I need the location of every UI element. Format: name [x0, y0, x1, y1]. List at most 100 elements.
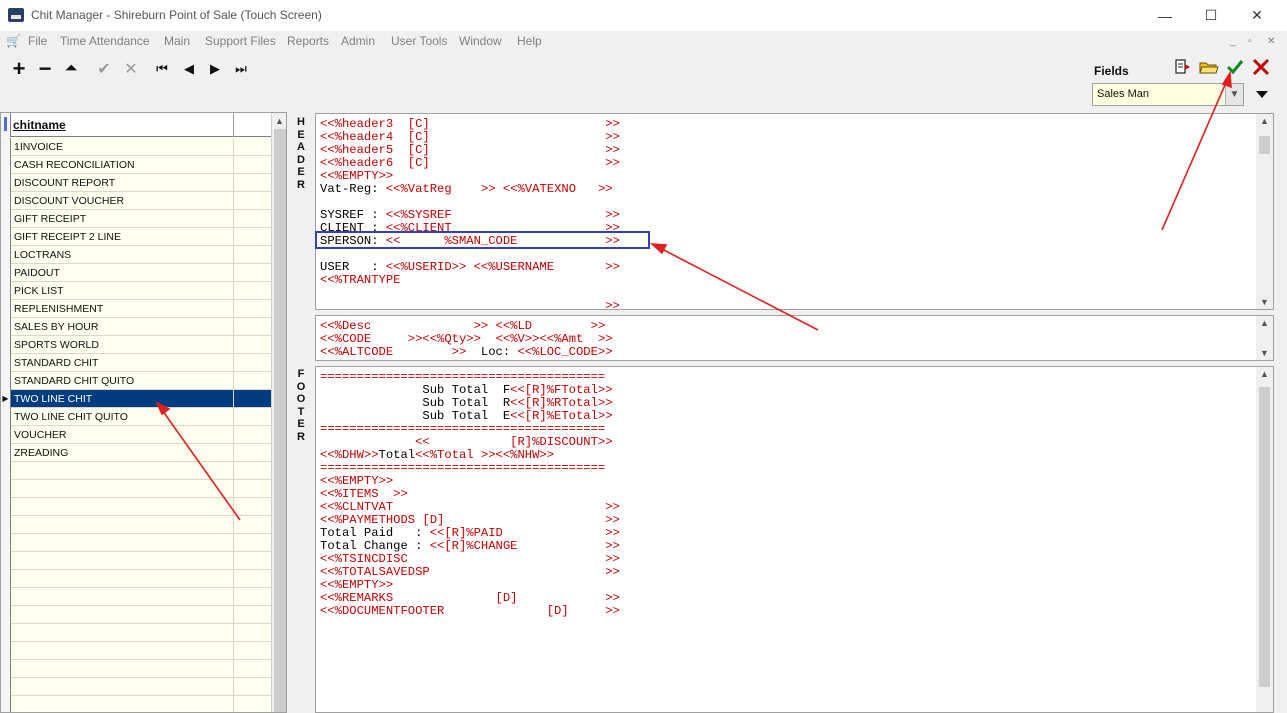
menu-help[interactable]: Help — [517, 34, 542, 48]
chit-row[interactable]: GIFT RECEIPT 2 LINE — [1, 228, 271, 246]
template-line: <<%EMPTY>> — [320, 578, 394, 592]
detail-template-text[interactable]: <<%Desc >> <<%LD >> <<%CODE >><<%Qty>> <… — [320, 320, 613, 359]
row-indicator[interactable] — [1, 138, 11, 156]
row-indicator[interactable] — [1, 228, 11, 246]
row-indicator[interactable] — [1, 318, 11, 336]
chit-row[interactable]: STANDARD CHIT QUITO — [1, 372, 271, 390]
prior-record-button[interactable]: ◀ — [178, 58, 200, 80]
row-indicator[interactable] — [1, 426, 11, 444]
chit-row[interactable]: ZREADING — [1, 444, 271, 462]
row-indicator[interactable] — [1, 246, 11, 264]
row-indicator[interactable] — [1, 408, 11, 426]
chit-row[interactable]: DISCOUNT VOUCHER — [1, 192, 271, 210]
edit-record-button[interactable]: ⏶ — [60, 58, 82, 80]
chit-row[interactable]: SPORTS WORLD — [1, 336, 271, 354]
scroll-up-icon[interactable]: ▲ — [1260, 318, 1269, 328]
row-indicator[interactable]: ▶ — [1, 390, 11, 408]
chit-row[interactable]: SALES BY HOUR — [1, 318, 271, 336]
scrollbar-thumb[interactable] — [1259, 136, 1270, 154]
detail-editor[interactable]: <<%Desc >> <<%LD >> <<%CODE >><<%Qty>> <… — [315, 315, 1274, 361]
cell-divider — [233, 534, 234, 552]
grid-scrollbar[interactable]: ▲ — [271, 113, 286, 712]
row-indicator[interactable] — [1, 264, 11, 282]
menu-support-files[interactable]: Support Files — [205, 34, 276, 48]
delete-record-button[interactable]: − — [34, 56, 56, 81]
menu-admin[interactable]: Admin — [341, 34, 375, 48]
chit-name-cell: STANDARD CHIT QUITO — [14, 375, 135, 387]
red-x-icon[interactable] — [1251, 57, 1271, 77]
add-record-button[interactable]: + — [8, 56, 30, 81]
mdi-close-button[interactable]: ✕ — [1267, 36, 1275, 47]
row-indicator[interactable] — [1, 444, 11, 462]
grid-indicator-header — [1, 113, 11, 137]
row-indicator[interactable] — [1, 210, 11, 228]
scrollbar-thumb[interactable] — [274, 129, 286, 712]
chit-row[interactable]: VOUCHER — [1, 426, 271, 444]
chit-row[interactable]: CASH RECONCILIATION — [1, 156, 271, 174]
scroll-up-icon[interactable]: ▲ — [275, 116, 284, 126]
row-indicator[interactable] — [1, 282, 11, 300]
more-options-icon[interactable] — [1256, 91, 1268, 98]
first-record-button[interactable]: ⏮ — [151, 58, 173, 80]
last-record-button[interactable]: ⏭ — [230, 58, 252, 80]
column-header-chitname[interactable]: chitname — [13, 118, 66, 132]
row-indicator[interactable] — [1, 174, 11, 192]
chevron-down-icon[interactable]: ▼ — [1225, 84, 1243, 105]
menu-window[interactable]: Window — [459, 34, 502, 48]
row-indicator[interactable] — [1, 300, 11, 318]
open-folder-icon[interactable] — [1199, 58, 1219, 76]
chit-row[interactable]: PICK LIST — [1, 282, 271, 300]
chit-row[interactable]: STANDARD CHIT — [1, 354, 271, 372]
post-edit-button[interactable]: ✔ — [93, 58, 115, 80]
cell-divider — [233, 498, 234, 516]
empty-row — [1, 516, 271, 534]
row-indicator[interactable] — [1, 354, 11, 372]
header-scrollbar[interactable]: ▲ ▼ — [1256, 114, 1273, 309]
minimize-button[interactable]: — — [1142, 0, 1188, 31]
chit-row[interactable]: 1INVOICE — [1, 138, 271, 156]
scroll-down-icon[interactable]: ▼ — [1260, 348, 1269, 358]
footer-editor[interactable]: ======================================= … — [315, 366, 1274, 713]
header-template-text[interactable]: <<%header3 [C] >> <<%header4 [C] >> <<%h… — [320, 118, 620, 310]
chit-row[interactable]: PAIDOUT — [1, 264, 271, 282]
scroll-down-icon[interactable]: ▼ — [1260, 297, 1269, 307]
chit-row[interactable]: DISCOUNT REPORT — [1, 174, 271, 192]
template-line: <<%ITEMS >> — [320, 487, 408, 501]
row-indicator[interactable] — [1, 192, 11, 210]
template-line: <<%EMPTY>> — [320, 474, 394, 488]
scrollbar-thumb[interactable] — [1259, 387, 1270, 687]
chit-name-cell: PICK LIST — [14, 285, 64, 297]
mdi-minimize-button[interactable]: _ — [1230, 36, 1236, 47]
next-record-button[interactable]: ▶ — [204, 58, 226, 80]
template-line: <<%TOTALSAVEDSP >> — [320, 565, 620, 579]
row-indicator[interactable] — [1, 156, 11, 174]
header-editor[interactable]: <<%header3 [C] >> <<%header4 [C] >> <<%h… — [315, 113, 1274, 310]
menu-main[interactable]: Main — [164, 34, 190, 48]
row-indicator[interactable] — [1, 372, 11, 390]
menu-time-attendance[interactable]: Time Attendance — [60, 34, 150, 48]
template-line: ======================================= — [320, 370, 606, 384]
scroll-up-icon[interactable]: ▲ — [1260, 369, 1269, 379]
insert-field-icon[interactable] — [1174, 58, 1194, 76]
template-line: SYSREF : <<%SYSREF >> — [320, 208, 620, 222]
scroll-up-icon[interactable]: ▲ — [1260, 116, 1269, 126]
footer-template-text[interactable]: ======================================= … — [320, 371, 620, 618]
detail-scrollbar[interactable]: ▲ ▼ — [1256, 316, 1273, 360]
close-button[interactable]: ✕ — [1234, 0, 1280, 31]
chit-row[interactable]: REPLENISHMENT — [1, 300, 271, 318]
chit-row[interactable]: ▶ TWO LINE CHIT — [1, 390, 271, 408]
footer-scrollbar[interactable]: ▲ — [1256, 367, 1273, 712]
chit-row[interactable]: GIFT RECEIPT — [1, 210, 271, 228]
row-indicator[interactable] — [1, 336, 11, 354]
cart-icon[interactable]: 🛒 — [6, 34, 21, 48]
chit-row[interactable]: LOCTRANS — [1, 246, 271, 264]
menu-reports[interactable]: Reports — [287, 34, 329, 48]
menu-user-tools[interactable]: User Tools — [391, 34, 447, 48]
mdi-restore-button[interactable]: ▫ — [1248, 36, 1252, 47]
maximize-button[interactable]: ☐ — [1188, 0, 1234, 31]
cancel-edit-button[interactable]: ✕ — [120, 58, 142, 80]
green-check-icon[interactable] — [1225, 57, 1245, 77]
menu-file[interactable]: File — [28, 34, 47, 48]
fields-combobox[interactable]: Sales Man ▼ — [1092, 83, 1244, 106]
chit-row[interactable]: TWO LINE CHIT QUITO — [1, 408, 271, 426]
